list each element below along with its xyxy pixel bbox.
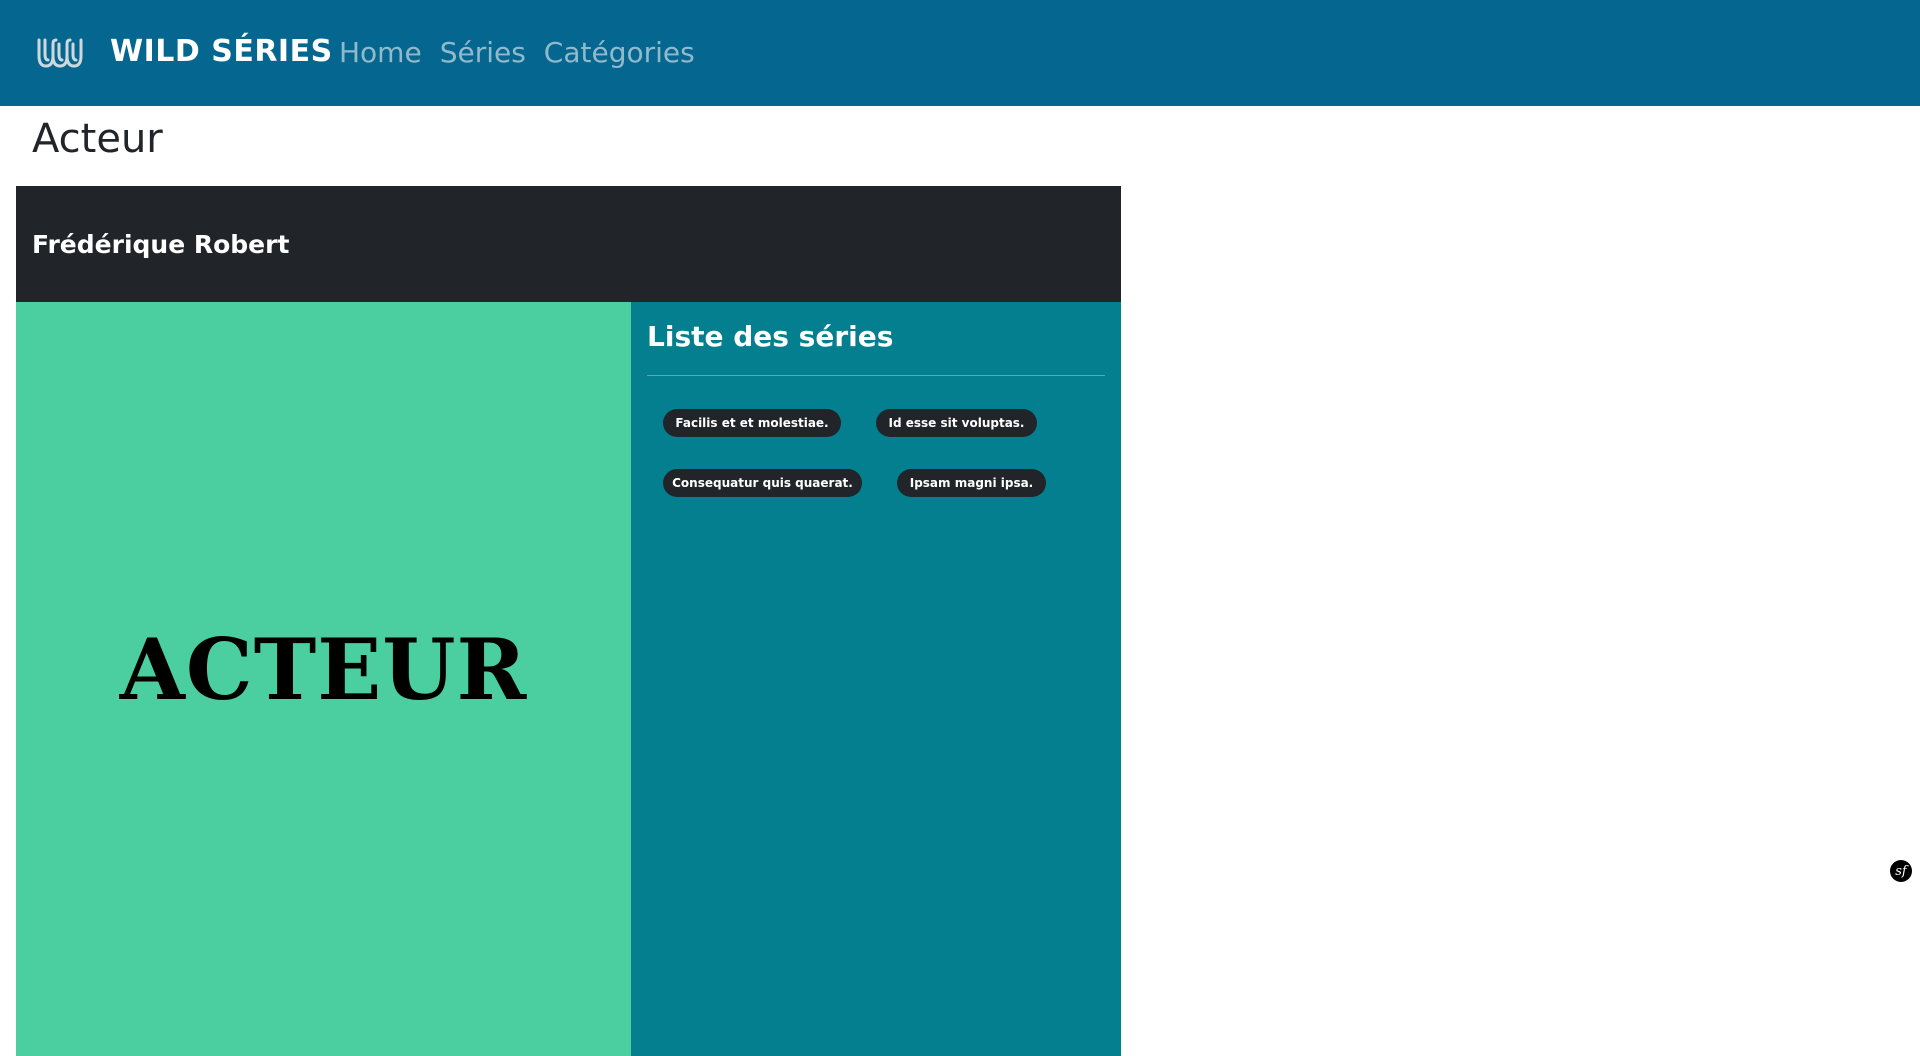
series-list-title: Liste des séries <box>647 320 894 353</box>
actor-poster: ACTEUR <box>16 302 631 1056</box>
page-title: Acteur <box>32 116 163 162</box>
series-divider <box>647 375 1105 376</box>
nav-links: Home Séries Catégories <box>339 36 695 69</box>
series-panel: Liste des séries Facilis et et molestiae… <box>631 302 1121 1056</box>
card-header: Frédérique Robert <box>16 186 1121 302</box>
wild-logo-icon[interactable] <box>36 34 84 72</box>
actor-card: Frédérique Robert ACTEUR Liste des série… <box>16 186 1121 1056</box>
nav-link-home[interactable]: Home <box>339 36 422 69</box>
symfony-badge-label: sf <box>1895 863 1907 879</box>
actor-name: Frédérique Robert <box>32 230 290 259</box>
brand-name[interactable]: WILD SÉRIES <box>110 34 333 69</box>
symfony-toolbar-icon[interactable]: sf <box>1890 860 1912 882</box>
series-pill[interactable]: Consequatur quis quaerat. <box>663 469 862 497</box>
series-pill[interactable]: Id esse sit voluptas. <box>876 409 1037 437</box>
nav-link-categories[interactable]: Catégories <box>544 36 695 69</box>
navbar: WILD SÉRIES Home Séries Catégories <box>0 0 1920 106</box>
poster-text: ACTEUR <box>119 620 528 719</box>
nav-link-series[interactable]: Séries <box>440 36 526 69</box>
series-pill[interactable]: Facilis et et molestiae. <box>663 409 841 437</box>
series-pill[interactable]: Ipsam magni ipsa. <box>897 469 1046 497</box>
